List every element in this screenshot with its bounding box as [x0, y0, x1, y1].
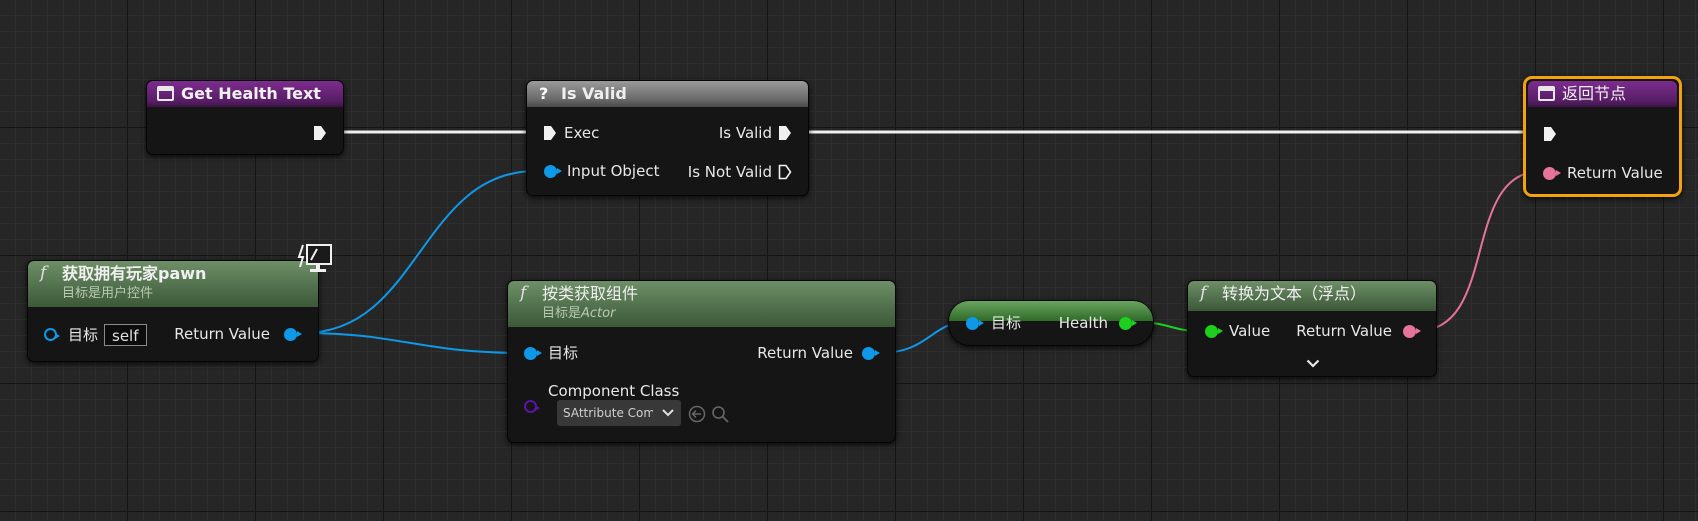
node-title: 转换为文本（浮点）	[1222, 284, 1367, 303]
input-object-pin[interactable]	[544, 165, 562, 178]
function-icon: f	[40, 263, 47, 283]
node-title: 获取拥有玩家pawn	[62, 264, 207, 283]
node-subtitle: 目标是Actor	[542, 306, 616, 321]
is-not-valid-exec-out-pin[interactable]	[778, 164, 792, 180]
node-get-health[interactable]: 目标 Health	[948, 300, 1154, 346]
node-get-component-by-class[interactable]: f 按类获取组件 目标是Actor 目标 Return Value Compon…	[507, 280, 896, 443]
chevron-down-icon	[662, 409, 674, 417]
component-class-pin[interactable]	[524, 400, 540, 413]
input-object-label: Input Object	[567, 162, 660, 180]
object-wire-pawn-getcomp	[302, 332, 524, 354]
node-subtitle: 目标是用户控件	[62, 286, 154, 301]
health-label: Health	[1058, 314, 1108, 332]
magnifier-icon[interactable]	[711, 405, 730, 424]
node-title: Get Health Text	[181, 84, 321, 103]
exec-in-pin[interactable]	[1543, 126, 1557, 142]
node-header: f 转换为文本（浮点）	[1188, 281, 1436, 311]
target-label: 目标	[991, 314, 1022, 332]
node-header: f 按类获取组件 目标是Actor	[508, 281, 895, 327]
return-value-label: Return Value	[174, 325, 270, 343]
return-value-pin[interactable]	[862, 347, 880, 360]
exec-out-pin[interactable]	[313, 125, 327, 141]
return-value-label: Return Value	[1567, 164, 1663, 182]
component-class-value: SAttribute Compo	[563, 406, 653, 420]
node-header: ? Is Valid	[527, 81, 808, 107]
return-value-pin[interactable]	[1403, 325, 1421, 338]
target-pin[interactable]	[966, 317, 984, 330]
exec-in-label: Exec	[564, 124, 600, 142]
return-value-pin[interactable]	[1543, 167, 1561, 180]
return-value-label: Return Value	[757, 344, 853, 362]
node-get-owning-player-pawn[interactable]: f 获取拥有玩家pawn 目标是用户控件 目标 self Return Valu…	[27, 260, 319, 362]
chevron-down-icon[interactable]	[1306, 359, 1320, 368]
object-wire-pawn-isvalid	[302, 170, 537, 334]
exec-in-pin[interactable]	[543, 125, 557, 141]
question-icon: ?	[539, 84, 549, 103]
node-title: 返回节点	[1562, 84, 1627, 103]
target-pin[interactable]	[44, 328, 60, 341]
node-to-text-float[interactable]: f 转换为文本（浮点） Value Return Value	[1187, 280, 1437, 377]
is-valid-exec-out-pin[interactable]	[778, 125, 792, 141]
component-class-dropdown[interactable]: SAttribute Compo	[557, 400, 681, 426]
node-header: Get Health Text	[147, 81, 343, 107]
is-valid-label: Is Valid	[718, 124, 772, 142]
node-title: Is Valid	[561, 84, 627, 103]
arrow-back-icon[interactable]	[688, 405, 706, 423]
node-return[interactable]: 返回节点 Return Value	[1523, 76, 1682, 197]
node-header: 返回节点	[1528, 81, 1677, 107]
return-value-pin[interactable]	[284, 328, 302, 341]
node-is-valid[interactable]: ? Is Valid Exec Is Valid Input Object Is…	[526, 80, 809, 196]
value-pin[interactable]	[1205, 325, 1223, 338]
function-icon: f	[1200, 283, 1207, 303]
node-header: f 获取拥有玩家pawn 目标是用户控件	[28, 261, 318, 307]
node-get-health-text[interactable]: Get Health Text	[146, 80, 344, 155]
value-label: Value	[1229, 322, 1271, 340]
is-not-valid-label: Is Not Valid	[687, 163, 772, 181]
node-title: 按类获取组件	[542, 284, 639, 303]
monitor-icon	[297, 244, 332, 272]
target-label: 目标	[68, 326, 99, 344]
function-entry-icon	[157, 86, 174, 101]
health-pin[interactable]	[1119, 317, 1137, 330]
target-label: 目标	[548, 344, 579, 362]
return-value-label: Return Value	[1296, 322, 1392, 340]
target-pin[interactable]	[524, 347, 542, 360]
function-return-icon	[1538, 86, 1555, 101]
component-class-label: Component Class	[548, 382, 680, 400]
function-icon: f	[520, 283, 527, 303]
target-self-field[interactable]: self	[104, 324, 147, 346]
